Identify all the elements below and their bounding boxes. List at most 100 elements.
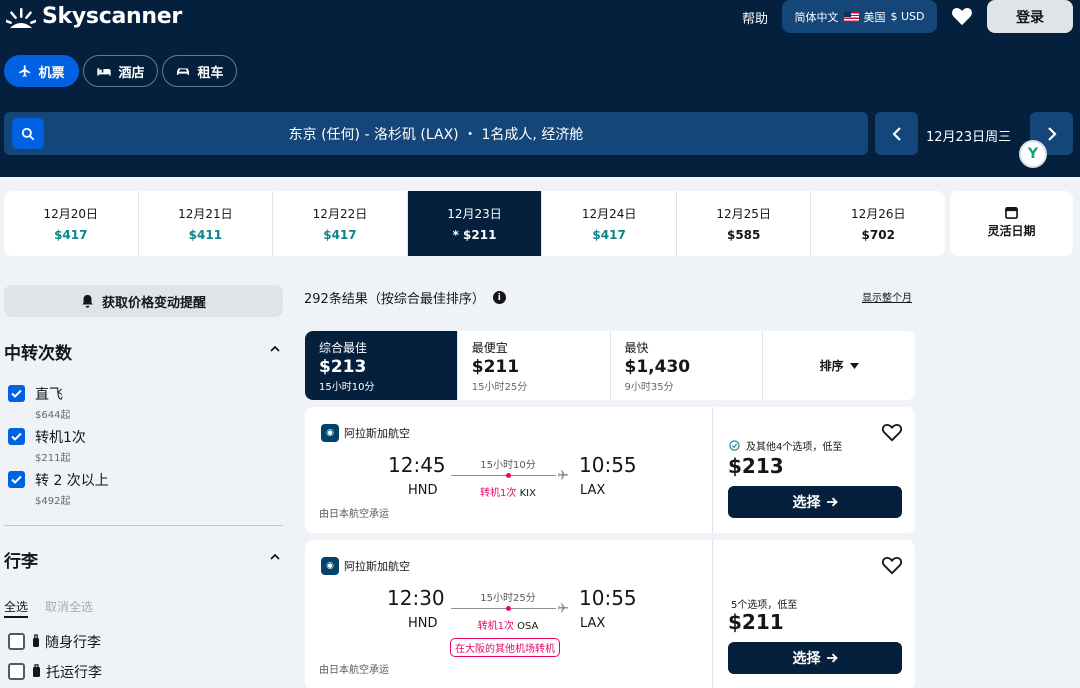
deselect-all-link[interactable]: 取消全选	[45, 598, 93, 615]
flight-duration: 15小时25分	[480, 593, 536, 604]
checkbox-unchecked[interactable]	[8, 663, 25, 680]
filter-direct[interactable]: 直飞 $644起	[8, 384, 70, 421]
bell-icon	[82, 294, 93, 308]
filter-carry-on[interactable]: 随身行李	[8, 632, 101, 652]
airport-change-warning-tag: 在大阪的其他机场转机	[450, 638, 560, 657]
filter-price: $211起	[35, 453, 71, 464]
date-price: $702	[861, 228, 895, 242]
tab-hotels[interactable]: 酒店	[83, 55, 158, 87]
date-cell[interactable]: 12月20日 $417	[4, 191, 139, 256]
save-heart-icon[interactable]	[881, 422, 903, 442]
eco-leaf-icon	[729, 440, 740, 451]
caret-down-icon	[849, 362, 859, 369]
sort-tab-label: 最便宜	[471, 341, 508, 355]
locale-button[interactable]: 简体中文 美国 $ USD	[782, 0, 937, 33]
filter-checked-bag[interactable]: 托运行李	[8, 662, 102, 682]
price-alert-label: 获取价格变动提醒	[101, 295, 206, 311]
checkmark-icon	[11, 432, 22, 441]
checked-bag-icon	[33, 664, 40, 677]
plane-arrival-icon	[558, 603, 568, 613]
plane-arrival-icon	[558, 470, 568, 480]
filter-one-stop[interactable]: 转机1次 $211起	[8, 427, 86, 464]
departure-time: 12:30	[387, 586, 445, 610]
assistant-badge-icon[interactable]: Y	[1019, 140, 1047, 168]
chevron-left-icon	[891, 126, 901, 141]
arrival-time: 10:55	[579, 453, 637, 477]
collapse-baggage-chevron-up-icon[interactable]	[270, 552, 280, 562]
stops-section-title: 中转次数	[4, 344, 72, 364]
date-label: 12月24日	[581, 207, 637, 221]
car-icon	[177, 68, 190, 75]
search-summary-bar[interactable]: 东京 (任何) - 洛杉矶 (LAX) ・ 1名成人, 经济舱	[4, 112, 868, 155]
collapse-stops-chevron-up-icon[interactable]	[270, 344, 280, 354]
select-flight-button[interactable]: 选择	[728, 486, 902, 518]
filter-two-plus-stops[interactable]: 转 2 次以上 $492起	[8, 470, 109, 507]
date-cell[interactable]: 12月26日 $702	[811, 191, 945, 256]
sort-tab-cheapest[interactable]: 最便宜 $211 15小时25分	[458, 331, 611, 400]
price-panel: 及其他4个选项，低至 $213 选择	[712, 407, 915, 533]
checkbox-checked[interactable]	[8, 471, 25, 488]
bed-icon	[97, 68, 112, 76]
airline-name: 阿拉斯加航空	[344, 560, 410, 573]
stop-dot	[506, 606, 511, 611]
skyscanner-logo[interactable]: Skyscanner	[6, 4, 182, 29]
sort-tab-best[interactable]: 综合最佳 $213 15小时10分	[305, 331, 458, 400]
stop-dot	[506, 473, 511, 478]
date-label: 12月25日	[716, 207, 771, 221]
departure-time: 12:45	[388, 453, 446, 477]
tab-flights[interactable]: 机票	[4, 55, 79, 87]
stop-airport: OSA	[517, 621, 539, 632]
flight-result-card[interactable]: ◉ 阿拉斯加航空 12:45 HND 15小时10分 转机1次 KIX 10:5…	[305, 407, 915, 533]
route-line	[451, 475, 556, 476]
select-all-link[interactable]: 全选	[4, 598, 29, 618]
checkbox-unchecked[interactable]	[8, 633, 25, 650]
arrival-airport: LAX	[580, 483, 606, 498]
chevron-right-icon	[1047, 126, 1057, 141]
show-whole-month-link[interactable]: 显示整个月	[862, 289, 912, 304]
arrival-time: 10:55	[579, 586, 637, 610]
date-label: 12月26日	[850, 207, 906, 221]
flight-details: ◉ 阿拉斯加航空 12:45 HND 15小时10分 转机1次 KIX 10:5…	[305, 407, 712, 533]
calendar-icon	[1005, 207, 1018, 219]
date-price-strip: 12月20日 $417 12月21日 $411 12月22日 $417 12月23日 *…	[4, 191, 945, 256]
sort-tab-duration: 9小时35分	[624, 382, 674, 393]
flexible-dates-label: 灵活日期	[987, 224, 1036, 238]
price-panel: 5个选项，低至 $211 选择	[712, 540, 915, 688]
select-label: 选择	[792, 495, 821, 511]
filter-label: 转 2 次以上	[35, 473, 109, 489]
info-icon[interactable]: i	[492, 291, 506, 304]
sort-dropdown[interactable]: 排序	[763, 331, 915, 400]
tab-flights-label: 机票	[38, 65, 65, 81]
checkmark-icon	[11, 389, 22, 398]
sort-tab-duration: 15小时25分	[471, 382, 528, 393]
select-label: 选择	[792, 651, 821, 667]
date-cell[interactable]: 12月22日 $417	[273, 191, 408, 256]
login-button[interactable]: 登录	[987, 0, 1073, 33]
sun-logo-icon	[6, 7, 36, 28]
date-price: $585	[726, 228, 761, 242]
date-cell[interactable]: 12月25日 $585	[677, 191, 812, 256]
tab-car-rental[interactable]: 租车	[162, 55, 237, 87]
date-cell[interactable]: 12月24日 $417	[542, 191, 677, 256]
date-label: 12月23日	[447, 207, 502, 221]
date-label: 12月22日	[312, 207, 368, 221]
logo-text: Skyscanner	[42, 4, 182, 29]
selected-date[interactable]: 12月23日周三	[926, 126, 1011, 145]
filter-label: 转机1次	[35, 430, 86, 446]
arrow-right-icon	[826, 497, 838, 507]
previous-date-button[interactable]	[875, 112, 918, 155]
favorites-heart-icon[interactable]	[951, 6, 973, 26]
flight-result-card[interactable]: ◉ 阿拉斯加航空 12:30 HND 15小时25分 转机1次 OSA 在大阪的…	[305, 540, 915, 688]
select-flight-button[interactable]: 选择	[728, 642, 902, 674]
date-price: * $211	[452, 228, 497, 242]
date-cell-selected[interactable]: 12月23日 * $211	[407, 191, 543, 256]
checkbox-checked[interactable]	[8, 385, 25, 402]
save-heart-icon[interactable]	[881, 555, 903, 575]
price-alert-button[interactable]: 获取价格变动提醒	[4, 285, 283, 317]
checkbox-checked[interactable]	[8, 428, 25, 445]
help-link[interactable]: 帮助	[742, 8, 768, 27]
date-cell[interactable]: 12月21日 $411	[139, 191, 274, 256]
sort-tab-fastest[interactable]: 最快 $1,430 9小时35分	[611, 331, 764, 400]
flexible-dates-button[interactable]: 灵活日期	[950, 191, 1073, 256]
airline-info: ◉ 阿拉斯加航空	[321, 424, 410, 442]
